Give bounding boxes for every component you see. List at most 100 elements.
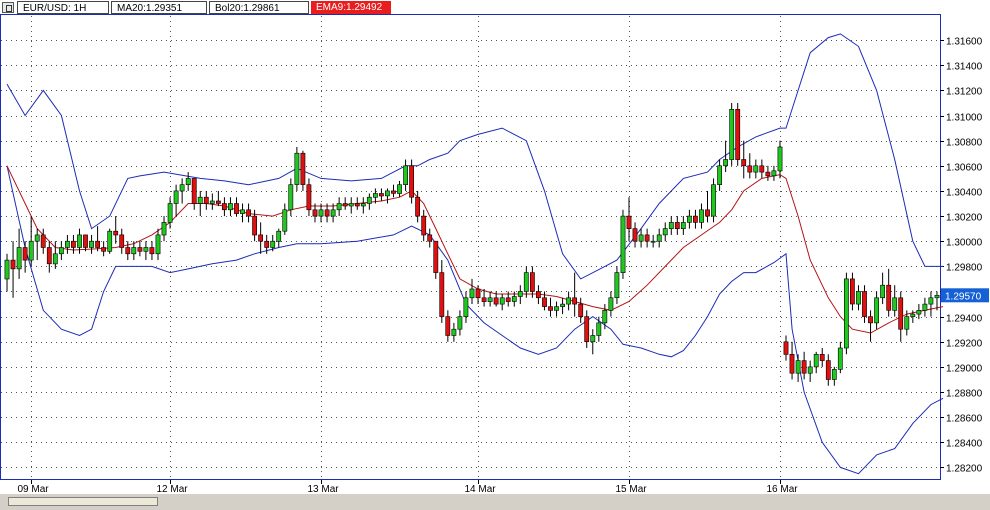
y-tick-label: 1.28800 bbox=[946, 389, 983, 400]
bear-candle-body bbox=[849, 278, 855, 305]
candle bbox=[692, 209, 698, 229]
candle bbox=[614, 266, 620, 305]
candle bbox=[668, 216, 674, 235]
bull-candle-body bbox=[197, 196, 203, 204]
candle bbox=[348, 197, 354, 214]
candle bbox=[191, 178, 197, 210]
candle bbox=[735, 102, 741, 166]
bear-candle-body bbox=[427, 234, 433, 242]
y-tick-label: 1.28600 bbox=[946, 414, 983, 425]
candle bbox=[650, 234, 656, 248]
bull-candle-body bbox=[566, 297, 571, 305]
bull-candle-body bbox=[209, 200, 215, 204]
candle bbox=[644, 228, 650, 248]
bull-candle-body bbox=[58, 247, 64, 255]
candle bbox=[729, 102, 735, 166]
bollinger-upper-line bbox=[6, 33, 943, 280]
bear-candle-body bbox=[101, 247, 106, 252]
candle bbox=[457, 310, 463, 336]
bear-candle-body bbox=[445, 316, 451, 336]
candle bbox=[874, 291, 879, 330]
bear-candle-body bbox=[71, 240, 76, 248]
bear-candle-body bbox=[789, 353, 795, 374]
candle bbox=[566, 291, 571, 311]
bull-candle-body bbox=[910, 313, 916, 317]
candle bbox=[216, 190, 221, 207]
scrollbar-thumb[interactable] bbox=[8, 497, 158, 506]
horizontal-scrollbar[interactable] bbox=[0, 494, 990, 510]
y-tick-label: 1.30400 bbox=[946, 188, 983, 199]
bull-candle-body bbox=[228, 203, 233, 211]
bear-candle-body bbox=[433, 240, 439, 273]
bear-candle-body bbox=[149, 247, 155, 255]
bull-candle-body bbox=[753, 165, 759, 173]
bear-candle-body bbox=[83, 234, 88, 248]
candle bbox=[155, 228, 161, 261]
bull-candle-body bbox=[366, 196, 372, 204]
bull-candle-body bbox=[668, 222, 674, 229]
bull-candle-body bbox=[384, 190, 390, 197]
candles bbox=[4, 102, 940, 386]
candle bbox=[535, 285, 541, 305]
candle bbox=[523, 266, 529, 298]
bull-candle-body bbox=[686, 215, 692, 223]
bull-candle-body bbox=[904, 316, 910, 330]
candle bbox=[892, 285, 898, 317]
y-tick-label: 1.30800 bbox=[946, 138, 983, 149]
candle bbox=[753, 159, 759, 179]
bull-candle-body bbox=[372, 193, 378, 198]
candle bbox=[384, 188, 390, 204]
candle bbox=[4, 253, 10, 292]
bear-candle-body bbox=[22, 247, 28, 261]
bull-candle-body bbox=[523, 272, 529, 292]
bear-candle-body bbox=[421, 215, 427, 236]
candle bbox=[197, 190, 203, 217]
candle bbox=[34, 228, 40, 261]
candle bbox=[916, 304, 922, 320]
candle bbox=[119, 228, 125, 254]
candle bbox=[856, 285, 861, 311]
bear-candle-body bbox=[222, 203, 227, 211]
candle bbox=[276, 228, 282, 248]
bull-candle-body bbox=[892, 297, 898, 311]
candle bbox=[928, 291, 934, 317]
bull-candle-body bbox=[620, 215, 626, 274]
candle bbox=[366, 193, 372, 210]
bull-candle-body bbox=[807, 366, 813, 374]
bear-candle-body bbox=[113, 230, 119, 236]
bear-candle-body bbox=[578, 303, 584, 318]
candle bbox=[880, 272, 885, 305]
bear-candle-body bbox=[95, 240, 100, 248]
candle bbox=[58, 241, 64, 261]
candle bbox=[397, 180, 402, 198]
bull-candle-body bbox=[451, 328, 457, 336]
bear-candle-body bbox=[626, 215, 632, 230]
bull-candle-body bbox=[602, 309, 608, 324]
bull-candle-body bbox=[874, 297, 879, 324]
bear-candle-body bbox=[439, 272, 445, 317]
candle bbox=[113, 216, 119, 244]
bear-candle-body bbox=[234, 203, 239, 214]
bear-candle-body bbox=[10, 259, 16, 270]
candle bbox=[747, 153, 753, 179]
bear-candle-body bbox=[324, 209, 330, 217]
candle bbox=[578, 297, 584, 323]
bear-candle-body bbox=[246, 209, 251, 217]
bear-candle-body bbox=[40, 234, 46, 248]
bull-candle-body bbox=[795, 360, 801, 374]
bear-candle-body bbox=[898, 297, 904, 330]
candle bbox=[445, 310, 451, 342]
bear-candle-body bbox=[862, 291, 867, 317]
bull-candle-body bbox=[837, 347, 843, 370]
candle bbox=[849, 272, 855, 311]
bull-candle-body bbox=[469, 288, 475, 299]
candle bbox=[632, 222, 638, 248]
bull-candle-body bbox=[729, 109, 735, 160]
candle bbox=[584, 310, 590, 349]
bull-candle-body bbox=[131, 247, 137, 255]
bull-candle-body bbox=[179, 184, 185, 192]
bull-candle-body bbox=[240, 209, 245, 214]
bull-candle-body bbox=[16, 247, 22, 270]
bull-candle-body bbox=[771, 170, 777, 177]
candle bbox=[807, 360, 813, 382]
